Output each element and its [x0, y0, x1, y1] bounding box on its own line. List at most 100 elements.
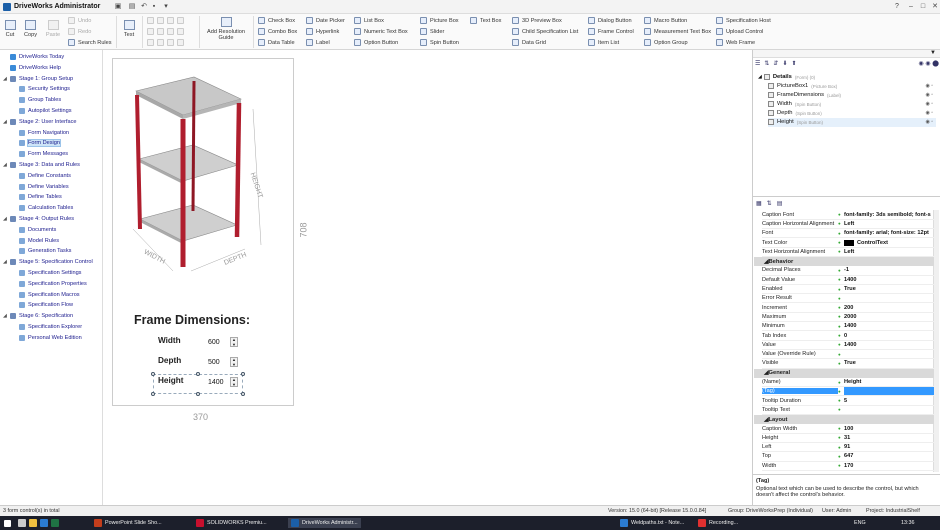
property-row[interactable]: Minimum ● 1400	[762, 322, 934, 332]
eye-icon[interactable]: ◉ ▫	[925, 83, 933, 89]
sort-az-icon[interactable]: ⇅	[764, 60, 769, 69]
property-row[interactable]: Caption Width ● 100	[762, 424, 934, 434]
qat-undo-icon[interactable]: ↶	[140, 3, 148, 11]
eye-icon[interactable]: ◉ ▫	[925, 119, 933, 125]
property-value[interactable]: 2000	[844, 314, 934, 320]
frame-dimensions-label[interactable]: Frame Dimensions:	[134, 313, 250, 327]
spin-arrows-icon[interactable]: ▲ ▼	[230, 357, 238, 367]
resize-handle[interactable]	[196, 372, 200, 376]
start-button[interactable]	[4, 518, 11, 528]
cut-button[interactable]: Cut	[3, 20, 17, 38]
details-item-depth[interactable]: Depth (Spin Button) ◉ ▫	[768, 109, 936, 118]
numeric-text-box-button[interactable]: Numeric Text Box	[354, 28, 408, 35]
tree-item-calculation-tables[interactable]: Calculation Tables	[19, 203, 73, 213]
tree-item-stage-1-group-setup[interactable]: ◢ Stage 1: Group Setup	[3, 74, 73, 84]
resize-handle[interactable]	[241, 372, 245, 376]
tree-item-stage-3-data-and-rules[interactable]: ◢ Stage 3: Data and Rules	[3, 160, 80, 170]
maximize-icon[interactable]: □	[919, 3, 927, 11]
height-spin-button[interactable]: 1400 ▲ ▼	[206, 377, 240, 387]
property-row[interactable]: Value (Override Rule) ●	[762, 350, 934, 360]
expand-icon[interactable]: ◢	[3, 162, 8, 168]
tree-item-stage-6-specification[interactable]: ◢ Stage 6: Specification	[3, 311, 73, 321]
property-row[interactable]: Value ● 1400	[762, 341, 934, 350]
property-pages-icon[interactable]: ▤	[777, 200, 783, 208]
qat-save-icon[interactable]: ▣	[114, 3, 122, 11]
property-row[interactable]: (Tag) ●	[762, 387, 934, 397]
taskbar-item[interactable]: PowerPoint Slide Sho...	[94, 518, 162, 528]
close-icon[interactable]: ✕	[931, 3, 939, 11]
resize-handle[interactable]	[151, 372, 155, 376]
tree-item-define-constants[interactable]: Define Constants	[19, 171, 71, 181]
text-box-button[interactable]: Text Box	[470, 17, 501, 24]
tree-item-specification-flow[interactable]: Specification Flow	[19, 300, 73, 310]
details-item-height[interactable]: Height (Spin Button) ◉ ▫	[768, 118, 936, 127]
property-value[interactable]: -1	[844, 267, 934, 273]
details-item-width[interactable]: Width (Spin Button) ◉ ▫	[768, 100, 936, 109]
property-row[interactable]: Tooltip Duration ● 5	[762, 397, 934, 406]
check-box-button[interactable]: Check Box	[258, 17, 295, 24]
measurement-text-box-button[interactable]: Measurement Text Box	[644, 28, 711, 35]
property-value[interactable]	[844, 387, 934, 396]
minimize-icon[interactable]: –	[907, 3, 915, 11]
clock[interactable]: 13:36	[901, 518, 915, 528]
qat-save-disk-icon[interactable]: ▪	[150, 3, 158, 11]
list-box-button[interactable]: List Box	[354, 17, 384, 24]
test-button[interactable]: Test	[120, 20, 138, 38]
qat-open-icon[interactable]: ▤	[128, 3, 136, 11]
tree-item-form-messages[interactable]: Form Messages	[19, 149, 68, 159]
property-row[interactable]: Error Result ●	[762, 294, 934, 304]
size-icon[interactable]	[147, 39, 184, 46]
tree-item-define-tables[interactable]: Define Tables	[19, 192, 62, 202]
align-top-icon[interactable]	[147, 28, 184, 35]
resize-handle[interactable]	[151, 392, 155, 396]
tree-item-driveworks-help[interactable]: DriveWorks Help	[10, 63, 61, 73]
tree-item-model-rules[interactable]: Model Rules	[19, 236, 59, 246]
pin-icon[interactable]: ▼	[930, 50, 936, 56]
property-row[interactable]: Left ● 91	[762, 443, 934, 453]
eye-icon[interactable]: ◉ ▫	[925, 92, 933, 98]
tree-item-generation-tasks[interactable]: Generation Tasks	[19, 246, 71, 256]
child-spec-list-button[interactable]: Child Specification List	[512, 28, 578, 35]
spin-button-button[interactable]: Spin Button	[420, 39, 459, 46]
spin-arrows-icon[interactable]: ▲ ▼	[230, 377, 238, 387]
paste-button[interactable]: Paste	[44, 20, 62, 38]
alphabetical-icon[interactable]: ⇅	[767, 200, 772, 208]
property-row[interactable]: Width ● 170	[762, 462, 934, 471]
property-row[interactable]: (Name) ● Height	[762, 378, 934, 388]
property-value[interactable]: 0	[844, 333, 934, 339]
language-indicator[interactable]: ENG	[854, 518, 866, 528]
move-up-icon[interactable]: ⬆	[791, 60, 796, 69]
tree-item-personal-web-edition[interactable]: Personal Web Edition	[19, 333, 82, 343]
category-general[interactable]: ◢ General	[754, 368, 934, 378]
property-row[interactable]: Caption Font ● font-family: 3ds semibold; …	[762, 211, 934, 220]
add-resolution-guide-button[interactable]: Add Resolution Guide	[204, 17, 248, 41]
taskbar-item[interactable]: Weldpaths.txt - Note...	[620, 518, 684, 528]
property-row[interactable]: Decimal Places ● -1	[762, 266, 934, 276]
property-row[interactable]: Font ● font-family: arial; font-size: 12pt	[762, 229, 934, 239]
tree-item-form-navigation[interactable]: Form Navigation	[19, 128, 69, 138]
tree-item-documents[interactable]: Documents	[19, 225, 56, 235]
expand-icon[interactable]: ◢	[3, 119, 8, 125]
shelf-picture-box[interactable]: HEIGHT WIDTH DEPTH	[113, 59, 295, 299]
height-value[interactable]: 1400	[206, 378, 230, 386]
data-table-button[interactable]: Data Table	[258, 39, 295, 46]
sort-icon[interactable]: ⇵	[773, 60, 778, 69]
tree-item-form-design[interactable]: Form Design	[19, 138, 62, 148]
property-value[interactable]: 1400	[844, 277, 934, 283]
copy-button[interactable]: Copy	[22, 20, 39, 38]
expand-icon[interactable]: ◢	[3, 313, 8, 319]
tree-item-stage-2-user-interface[interactable]: ◢ Stage 2: User Interface	[3, 117, 77, 127]
details-item-framedimensions[interactable]: FrameDimensions (Label) ◉ ▫	[768, 91, 936, 100]
eye-icon[interactable]: ◉ ▫	[925, 110, 933, 116]
web-frame-button[interactable]: Web Frame	[716, 39, 755, 46]
tree-item-specification-macros[interactable]: Specification Macros	[19, 290, 80, 300]
3d-preview-box-button[interactable]: 3D Preview Box	[512, 17, 562, 24]
taskbar-item[interactable]: Recording...	[698, 518, 738, 528]
property-row[interactable]: Top ● 647	[762, 452, 934, 462]
help-icon[interactable]: ?	[893, 3, 901, 11]
visibility-icon[interactable]: ◉ ◉ ⬤	[918, 60, 939, 69]
collapse-icon[interactable]: ◢	[758, 74, 762, 80]
tree-item-driveworks-today[interactable]: DriveWorks Today	[10, 52, 64, 62]
taskbar-pinned-apps[interactable]	[18, 518, 59, 528]
property-row[interactable]: Tooltip Text ●	[762, 406, 934, 416]
